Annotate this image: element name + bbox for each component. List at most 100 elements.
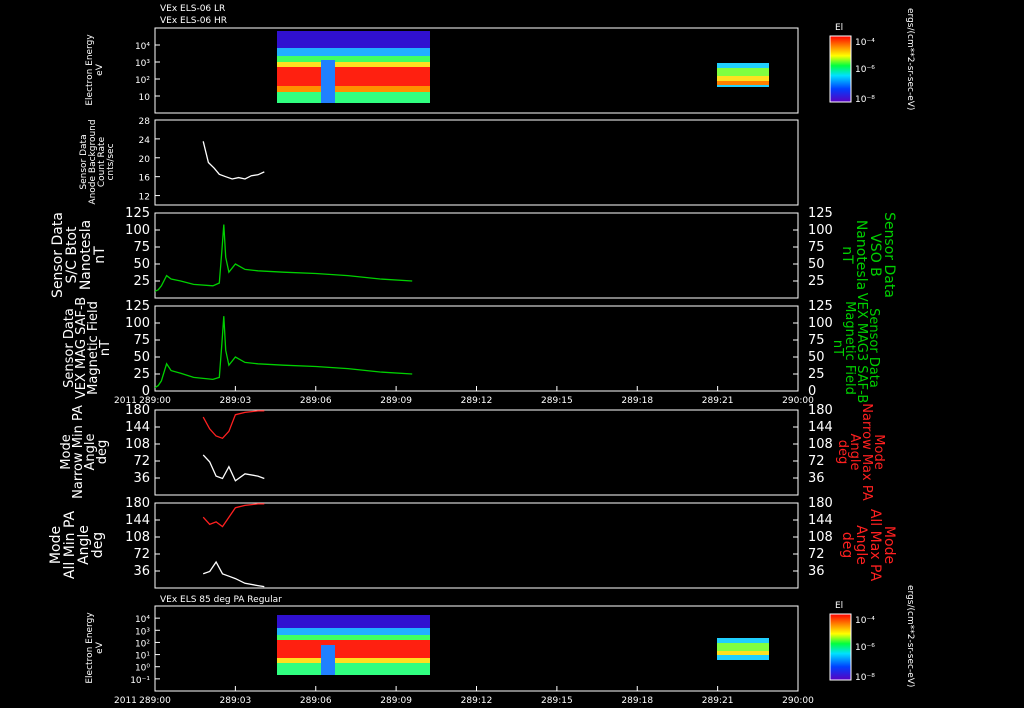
- panel-2-frame: [154, 119, 799, 206]
- y-tick-label-right: 180: [808, 496, 833, 511]
- spectrogram-late-band-3: [717, 81, 769, 85]
- x-tick-label-bottom: 289:09: [380, 696, 412, 706]
- panel-3-ylabel-right-line-4: nT: [839, 246, 855, 264]
- panel-4-ylabel-right-line-4: nT: [830, 340, 845, 356]
- series-lines: [154, 141, 413, 588]
- y-tick-label-right: 108: [808, 530, 833, 545]
- colorbar-bottom-tick-mid: 10⁻⁶: [855, 643, 875, 653]
- spectrogram-band-orange: [277, 86, 430, 92]
- y-tick-label: 180: [125, 403, 150, 418]
- y-tick-label-right: 72: [808, 547, 825, 562]
- colorbar-top-units: ergs/(cm**2-sr-sec-eV): [905, 8, 915, 110]
- spectrogram-late-band-2: [717, 651, 769, 655]
- spectrogram-gap: [321, 645, 335, 675]
- panel-6-ylabel-right-line-4: deg: [839, 532, 855, 558]
- panel-7-ylabel-line-2: eV: [95, 641, 105, 654]
- y-tick-label-right: 144: [808, 420, 833, 435]
- spectrogram-late-band-2: [717, 76, 769, 81]
- panel-6-ylabel-right: Mode All Max PA Angle deg: [839, 509, 897, 582]
- colorbar-top-tick-mid: 10⁻⁶: [855, 65, 875, 75]
- y-tick-label-right: 180: [808, 403, 833, 418]
- y-tick-label: 36: [133, 471, 150, 486]
- y-tick-label: 10⁻¹: [130, 676, 150, 686]
- colorbar-top-label: El: [835, 23, 843, 33]
- x-tick-label-bottom: 289:03: [220, 696, 252, 706]
- panel-7-ylabel: Electron Energy eV: [85, 612, 105, 684]
- panel-4-ylabel: Sensor Data VEX MAG SAF-B Magnetic Field…: [62, 297, 113, 399]
- x-tick-label-top: 289:12: [461, 396, 493, 406]
- spectrogram-band-red: [277, 640, 430, 660]
- y-tick-label: 50: [133, 350, 150, 365]
- panel-5-ylabel-line-4: deg: [95, 440, 110, 465]
- y-tick-label-right: 0: [808, 384, 816, 399]
- y-tick-label: 75: [133, 333, 150, 348]
- y-tick-label: 72: [133, 547, 150, 562]
- x-tick-label-top: 289:06: [300, 396, 332, 406]
- colorbar-bottom-gradient: [829, 613, 852, 681]
- panel-3-frame: [154, 212, 799, 299]
- panel-6-ylabel-line-4: deg: [90, 532, 106, 558]
- y-tick-label: 125: [125, 206, 150, 221]
- y-tick-label: 10: [139, 93, 151, 103]
- panel-3-ylabel-right: Sensor Data VSO B Nanotesla nT: [839, 212, 897, 298]
- panel-2-ylabel: Sensor Data Anode Background Count Rate …: [79, 119, 116, 204]
- y-tick-label: 144: [125, 420, 150, 435]
- colorbar-bottom: El 10⁻⁴ 10⁻⁶ 10⁻⁸ ergs/(cm**2-sr-sec-eV): [829, 585, 915, 687]
- y-tick-label: 25: [133, 367, 150, 382]
- panel-1-title-lr: VEx ELS-06 LR: [160, 4, 225, 14]
- y-tick-label: 10³: [135, 59, 150, 69]
- y-ticks: 10 10² 10³ 10⁴ 12 16 20 24 28 25 25 50 50 75 75 100 100 1…: [125, 42, 833, 686]
- spectrogram-band-low: [277, 92, 430, 103]
- y-tick-label: 125: [125, 299, 150, 314]
- x-tick-label-bottom: 289:00: [139, 696, 171, 706]
- x-tick-label-bottom: 290:00: [782, 696, 814, 706]
- y-tick-label: 75: [133, 240, 150, 255]
- panel-1-title-hr: VEx ELS-06 HR: [160, 16, 227, 26]
- plot-canvas: VEx ELS-06 LR VEx ELS-06 HR VEx ELS 85 d…: [48, 4, 915, 706]
- x-tick-label-bottom: 289:18: [621, 696, 653, 706]
- panel-5-frame: [154, 409, 799, 496]
- y-tick-label-right: 25: [808, 367, 825, 382]
- y-tick-label-right: 100: [808, 316, 833, 331]
- panel-4-ylabel-right: Sensor Data VEX MAG3 SAF-B Magnetic Fiel…: [830, 293, 881, 404]
- panel-7-ylabel-line-1: Electron Energy: [85, 612, 95, 684]
- y-tick-label-right: 36: [808, 471, 825, 486]
- panel-6-series-2: [202, 503, 265, 528]
- y-tick-label: 10²: [135, 76, 150, 86]
- y-tick-label: 16: [139, 174, 151, 184]
- y-tick-label: 0: [142, 384, 150, 399]
- panel-5-series-2: [202, 410, 265, 440]
- panel-6-ylabel: Mode All Min PA Angle deg: [48, 510, 106, 579]
- panel-5-ylabel: Mode Narrow Min PA Angle deg: [59, 405, 110, 499]
- colorbar-top-gradient: [829, 35, 852, 103]
- y-tick-label: 10²: [135, 639, 150, 649]
- y-tick-label-right: 144: [808, 513, 833, 528]
- x-tick-label-bottom: 289:12: [461, 696, 493, 706]
- panel-2-ylabel-line-4: cnts/sec: [106, 143, 116, 180]
- y-tick-label: 180: [125, 496, 150, 511]
- y-tick-label: 10³: [135, 627, 150, 637]
- panel-1-frame: [154, 27, 799, 114]
- spectrogram-band-yellow: [277, 658, 430, 663]
- panel-1-ylabel-line-1: Electron Energy: [85, 34, 95, 106]
- y-tick-label: 24: [139, 136, 151, 146]
- panel-7-frame: [154, 605, 799, 692]
- spectrogram-gap: [321, 60, 335, 103]
- colorbar-top-tick-low: 10⁻⁸: [855, 95, 875, 105]
- panel-7-title: VEx ELS 85 deg PA Regular: [160, 595, 282, 605]
- y-tick-label: 28: [139, 117, 151, 127]
- x-tick-label-bottom: 289:21: [702, 696, 734, 706]
- spectrogram-late-band-1: [717, 643, 769, 651]
- panel-1-ylabel: Electron Energy eV: [85, 34, 105, 106]
- x-tick-label-bottom: 289:06: [300, 696, 332, 706]
- y-tick-label: 10⁰: [135, 664, 150, 674]
- y-tick-label-right: 125: [808, 206, 833, 221]
- y-tick-label: 50: [133, 257, 150, 272]
- y-tick-label: 10⁴: [135, 42, 150, 52]
- y-tick-label: 72: [133, 454, 150, 469]
- panel-5-ylabel-right: Mode Narrow Max PA Angle deg: [835, 403, 886, 501]
- y-tick-label: 25: [133, 274, 150, 289]
- panel-5-ylabel-right-line-4: deg: [835, 440, 850, 465]
- y-tick-label-right: 108: [808, 437, 833, 452]
- panel-3-series-1: [154, 224, 413, 292]
